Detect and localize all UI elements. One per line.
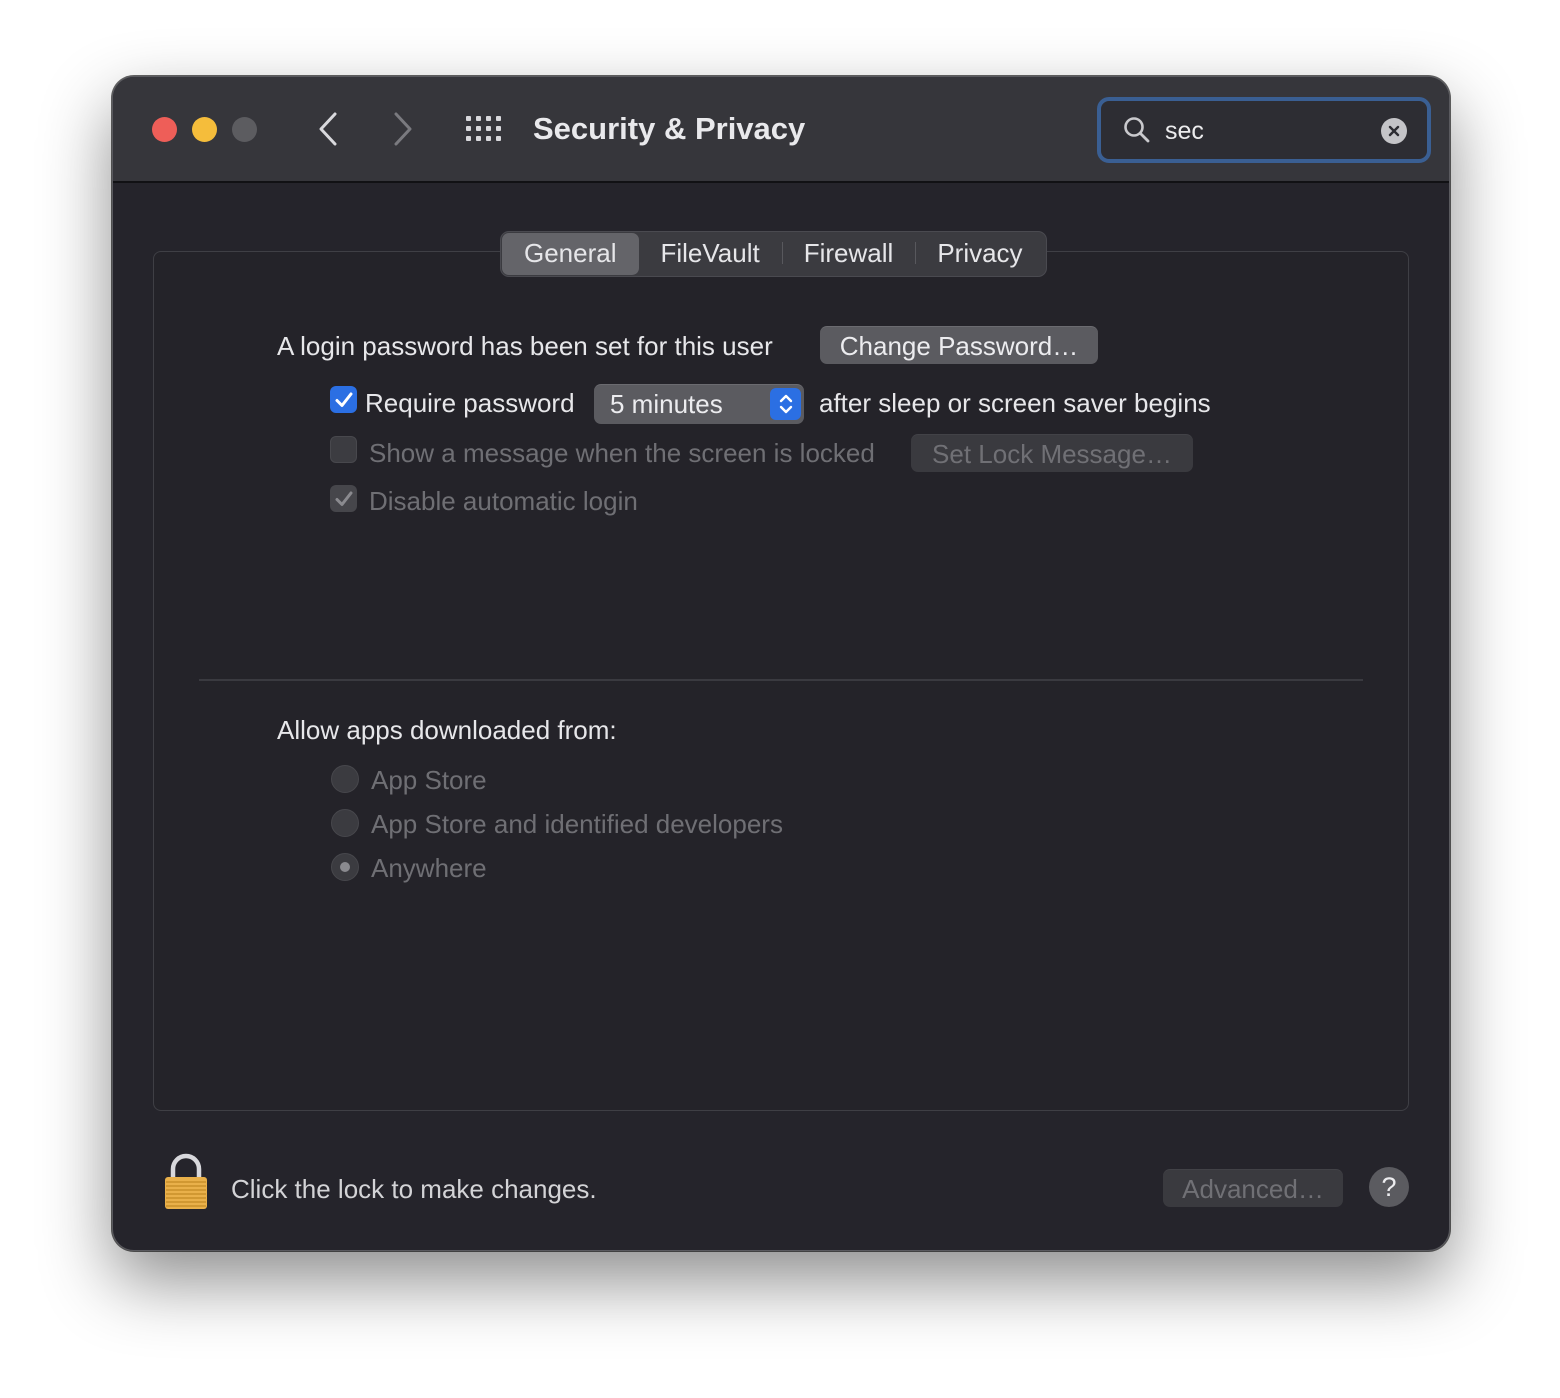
preferences-window: Security & Privacy A login password has … bbox=[112, 76, 1450, 1251]
radio-anywhere-label: Anywhere bbox=[371, 853, 487, 883]
change-password-button[interactable]: Change Password… bbox=[820, 326, 1098, 364]
section-divider bbox=[199, 679, 1363, 681]
updown-arrows-icon bbox=[770, 388, 801, 420]
tab-firewall[interactable]: Firewall bbox=[781, 233, 916, 275]
search-field[interactable] bbox=[1097, 97, 1431, 163]
require-password-checkbox[interactable] bbox=[330, 386, 357, 413]
radio-app-store-label: App Store bbox=[371, 765, 487, 795]
chevron-left-icon bbox=[319, 112, 337, 146]
lock-message: Click the lock to make changes. bbox=[231, 1174, 597, 1204]
clear-search-button[interactable] bbox=[1381, 118, 1407, 144]
search-icon bbox=[1124, 117, 1150, 143]
password-delay-select[interactable]: 5 minutes bbox=[594, 384, 804, 424]
require-password-suffix: after sleep or screen saver begins bbox=[819, 388, 1211, 418]
grid-icon bbox=[466, 116, 501, 141]
show-message-checkbox[interactable] bbox=[330, 436, 357, 463]
tab-bar: General FileVault Firewall Privacy bbox=[500, 231, 1047, 277]
minimize-button[interactable] bbox=[192, 117, 217, 142]
show-message-label: Show a message when the screen is locked bbox=[369, 438, 875, 468]
search-input[interactable] bbox=[1163, 111, 1377, 151]
advanced-button[interactable]: Advanced… bbox=[1163, 1169, 1343, 1207]
require-password-label: Require password bbox=[365, 388, 575, 418]
password-delay-value: 5 minutes bbox=[610, 389, 723, 419]
close-button[interactable] bbox=[152, 117, 177, 142]
radio-identified-developers-label: App Store and identified developers bbox=[371, 809, 783, 839]
set-lock-message-button[interactable]: Set Lock Message… bbox=[911, 434, 1193, 472]
back-button[interactable] bbox=[308, 109, 348, 149]
help-button[interactable]: ? bbox=[1369, 1167, 1409, 1207]
checkmark-icon bbox=[335, 491, 352, 506]
allow-apps-heading: Allow apps downloaded from: bbox=[277, 715, 617, 745]
title-bar: Security & Privacy bbox=[113, 77, 1449, 183]
login-password-text: A login password has been set for this u… bbox=[277, 331, 773, 361]
window-title: Security & Privacy bbox=[533, 111, 806, 146]
forward-button[interactable] bbox=[383, 109, 423, 149]
help-icon: ? bbox=[1381, 1172, 1397, 1202]
zoom-button bbox=[232, 117, 257, 142]
show-all-button[interactable] bbox=[463, 111, 503, 151]
tab-privacy[interactable]: Privacy bbox=[915, 233, 1044, 275]
radio-anywhere[interactable] bbox=[331, 853, 359, 881]
tab-filevault[interactable]: FileVault bbox=[639, 233, 782, 275]
lock-icon bbox=[165, 1153, 207, 1209]
lock-button[interactable] bbox=[163, 1153, 209, 1211]
radio-app-store[interactable] bbox=[331, 765, 359, 793]
radio-identified-developers[interactable] bbox=[331, 809, 359, 837]
checkmark-icon bbox=[335, 392, 352, 407]
general-panel: A login password has been set for this u… bbox=[153, 251, 1409, 1111]
radio-selected-dot bbox=[340, 862, 350, 872]
clear-icon bbox=[1388, 125, 1400, 137]
tab-general[interactable]: General bbox=[502, 233, 639, 275]
disable-auto-login-checkbox[interactable] bbox=[330, 485, 357, 512]
disable-auto-login-label: Disable automatic login bbox=[369, 486, 638, 516]
chevron-right-icon bbox=[394, 112, 412, 146]
